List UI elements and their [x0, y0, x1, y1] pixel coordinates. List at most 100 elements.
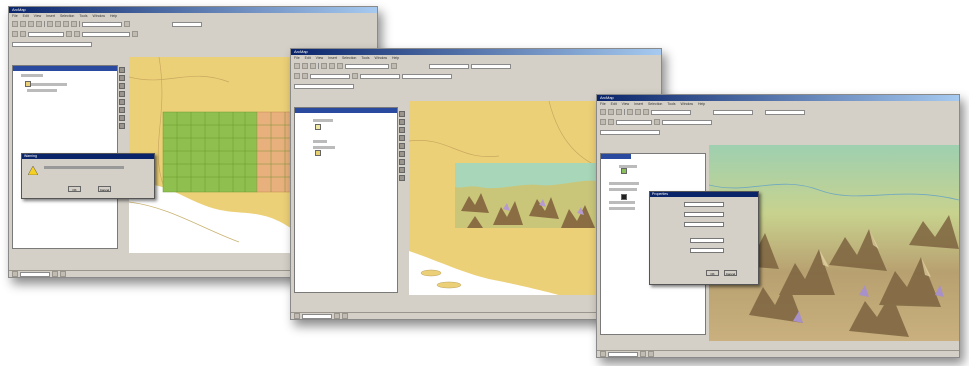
identify-icon[interactable] [74, 31, 80, 37]
search-input[interactable] [600, 129, 660, 135]
toc-layer-item[interactable] [609, 201, 635, 204]
drawing-icon[interactable] [600, 351, 606, 357]
search-input[interactable] [294, 83, 354, 89]
cut-icon[interactable] [627, 109, 633, 115]
open-icon[interactable] [608, 109, 614, 115]
menu-item-help[interactable]: Help [698, 102, 705, 106]
menu-item-tools[interactable]: Tools [79, 14, 87, 18]
scale-field[interactable] [345, 63, 389, 69]
toc-layer-item[interactable] [313, 140, 327, 143]
toc-layer-item[interactable] [313, 146, 335, 149]
select-tool-icon[interactable] [399, 111, 405, 117]
menu-item-view[interactable]: View [622, 102, 630, 106]
new-icon[interactable] [294, 63, 300, 69]
scale-field[interactable] [651, 109, 691, 115]
pan-icon[interactable] [66, 31, 72, 37]
cancel-button[interactable]: Cancel [724, 270, 737, 276]
menu-item-insert[interactable]: Insert [634, 102, 643, 106]
print-icon[interactable] [36, 21, 42, 27]
pointer-tool-icon[interactable] [119, 115, 125, 121]
save-icon[interactable] [310, 63, 316, 69]
ok-button[interactable]: OK [706, 270, 719, 276]
zoom-out-icon[interactable] [608, 119, 614, 125]
editor-field[interactable] [310, 73, 350, 79]
menu-item-edit[interactable]: Edit [611, 102, 617, 106]
zoom-in-icon[interactable] [12, 31, 18, 37]
select-tool-icon[interactable] [119, 67, 125, 73]
italic-icon[interactable] [648, 351, 654, 357]
menu-item-file[interactable]: File [600, 102, 606, 106]
task-field[interactable] [360, 73, 400, 79]
bold-icon[interactable] [52, 271, 58, 277]
input-field-1[interactable] [684, 202, 724, 207]
menu-item-edit[interactable]: Edit [23, 14, 29, 18]
menu-item-view[interactable]: View [316, 56, 324, 60]
zoom-out-icon[interactable] [20, 31, 26, 37]
paste-icon[interactable] [63, 21, 69, 27]
menu-item-tools[interactable]: Tools [667, 102, 675, 106]
zoom-in-icon[interactable] [600, 119, 606, 125]
layer-select[interactable] [172, 21, 202, 27]
layer-select[interactable] [429, 63, 469, 69]
add-data-icon[interactable] [391, 63, 397, 69]
new-icon[interactable] [600, 109, 606, 115]
menu-item-edit[interactable]: Edit [305, 56, 311, 60]
menu-item-window[interactable]: Window [681, 102, 693, 106]
open-icon[interactable] [20, 21, 26, 27]
cut-icon[interactable] [321, 63, 327, 69]
italic-icon[interactable] [60, 271, 66, 277]
draw-tool-icon[interactable] [399, 119, 405, 125]
delete-icon[interactable] [71, 21, 77, 27]
hand-tool-icon[interactable] [119, 99, 125, 105]
menu-item-insert[interactable]: Insert [328, 56, 337, 60]
input-field-4[interactable] [690, 238, 724, 243]
save-icon[interactable] [616, 109, 622, 115]
new-icon[interactable] [12, 21, 18, 27]
menu-item-window[interactable]: Window [93, 14, 105, 18]
pan-icon[interactable] [654, 119, 660, 125]
drawing-icon[interactable] [12, 271, 18, 277]
paste-icon[interactable] [643, 109, 649, 115]
toc-layer-item[interactable] [609, 207, 635, 210]
menu-item-insert[interactable]: Insert [46, 14, 55, 18]
cut-icon[interactable] [47, 21, 53, 27]
input-field-5[interactable] [690, 248, 724, 253]
menu-item-selection[interactable]: Selection [342, 56, 356, 60]
target-select[interactable] [765, 109, 805, 115]
input-field-3[interactable] [684, 222, 724, 227]
zoom-in-icon[interactable] [294, 73, 300, 79]
toc-layer-item[interactable] [609, 182, 639, 185]
copy-icon[interactable] [635, 109, 641, 115]
draw-tool-icon[interactable] [119, 75, 125, 81]
zoom-out-icon[interactable] [302, 73, 308, 79]
input-field-2[interactable] [684, 212, 724, 217]
open-icon[interactable] [302, 63, 308, 69]
zoom-tool-icon[interactable] [399, 151, 405, 157]
menu-item-view[interactable]: View [34, 14, 42, 18]
editor-field[interactable] [82, 31, 130, 37]
target-field[interactable] [28, 31, 64, 37]
bold-icon[interactable] [334, 313, 340, 319]
editor-field[interactable] [616, 119, 652, 125]
font-select[interactable] [608, 351, 638, 357]
menu-item-tools[interactable]: Tools [361, 56, 369, 60]
rotate-tool-icon[interactable] [119, 91, 125, 97]
text-tool-icon[interactable] [399, 127, 405, 133]
menu-item-file[interactable]: File [12, 14, 18, 18]
layer-select[interactable] [713, 109, 753, 115]
measure-icon[interactable] [132, 31, 138, 37]
italic-icon[interactable] [342, 313, 348, 319]
paste-icon[interactable] [337, 63, 343, 69]
menu-item-help[interactable]: Help [110, 14, 117, 18]
toc-layer-item[interactable] [313, 119, 333, 122]
pan-icon[interactable] [352, 73, 358, 79]
task-field[interactable] [662, 119, 712, 125]
toc-layer-item[interactable] [27, 83, 67, 86]
scale-field[interactable] [82, 21, 122, 27]
spatial-field[interactable] [402, 73, 452, 79]
copy-icon[interactable] [55, 21, 61, 27]
menu-item-file[interactable]: File [294, 56, 300, 60]
add-data-icon[interactable] [124, 21, 130, 27]
pointer-tool-icon[interactable] [399, 159, 405, 165]
hand-tool-icon[interactable] [399, 143, 405, 149]
